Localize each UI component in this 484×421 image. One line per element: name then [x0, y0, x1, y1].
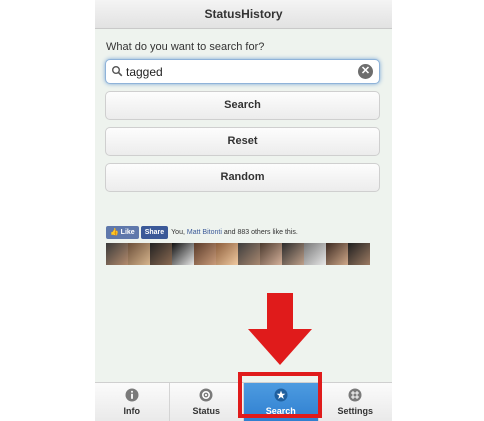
tab-label: Info [123, 406, 141, 416]
app-title: StatusHistory [95, 0, 392, 29]
avatar[interactable] [326, 243, 348, 265]
avatar[interactable] [150, 243, 172, 265]
random-button[interactable]: Random [105, 163, 380, 192]
reset-button[interactable]: Reset [105, 127, 380, 156]
phone-screen: StatusHistory What do you want to search… [95, 0, 392, 421]
thumbs-up-icon: 👍 [110, 229, 119, 236]
facebook-like-box: 👍 Like Share You, Matt Bitonti and 883 oth… [106, 226, 298, 239]
tab-status[interactable]: Status [170, 383, 244, 421]
tab-label: Settings [337, 406, 373, 416]
annotation-highlight-box [238, 372, 322, 418]
facebook-like-button[interactable]: 👍 Like [106, 226, 139, 239]
social-prefix: You, [171, 229, 185, 236]
tab-label: Status [192, 406, 220, 416]
avatar[interactable] [260, 243, 282, 265]
avatar[interactable] [304, 243, 326, 265]
avatar[interactable] [348, 243, 370, 265]
avatar[interactable] [282, 243, 304, 265]
avatar[interactable] [172, 243, 194, 265]
avatar[interactable] [128, 243, 150, 265]
avatar[interactable] [194, 243, 216, 265]
avatar[interactable] [216, 243, 238, 265]
friend-avatar-strip [106, 243, 370, 265]
social-text: You, Matt Bitonti and 883 others like th… [171, 229, 298, 236]
annotation-arrow-down-icon [248, 293, 312, 365]
avatar[interactable] [106, 243, 128, 265]
search-prompt-label: What do you want to search for? [106, 41, 265, 53]
info-icon [125, 388, 139, 402]
social-suffix: and 883 others like this. [223, 229, 298, 236]
gear-icon [199, 388, 213, 402]
search-input[interactable]: tagged ✕ [105, 59, 380, 84]
tab-info[interactable]: Info [95, 383, 170, 421]
search-button[interactable]: Search [105, 91, 380, 120]
facebook-share-button[interactable]: Share [140, 226, 169, 239]
avatar[interactable] [238, 243, 260, 265]
clear-icon[interactable]: ✕ [358, 64, 373, 79]
search-input-value[interactable]: tagged [126, 65, 163, 79]
friend-name-link[interactable]: Matt Bitonti [187, 229, 222, 236]
search-icon [112, 66, 123, 77]
like-label: Like [120, 229, 135, 236]
grid-icon [348, 388, 362, 402]
tab-settings[interactable]: Settings [319, 383, 393, 421]
